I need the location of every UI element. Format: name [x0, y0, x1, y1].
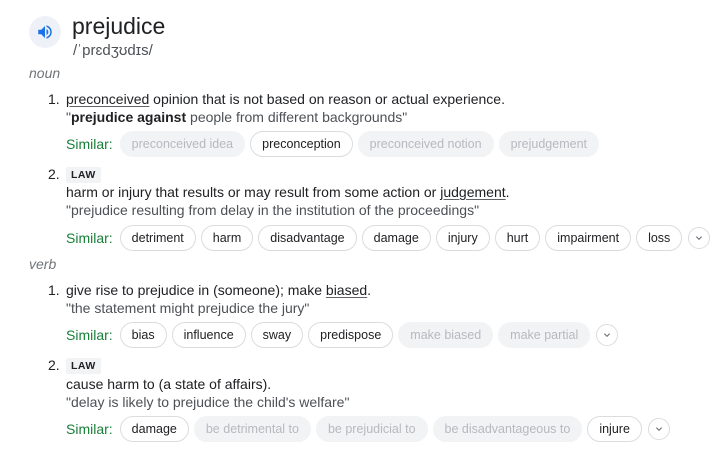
sense-number: 1.	[48, 282, 60, 298]
law-tag: LAW	[66, 358, 101, 374]
synonym-chip: be detrimental to	[193, 416, 311, 442]
similar-label: Similar:	[66, 136, 113, 152]
chevron-down-icon[interactable]	[647, 418, 670, 440]
similar-row: Similar: damage be detrimental to be prejud…	[66, 416, 670, 442]
synonym-chip[interactable]: predispose	[308, 322, 394, 348]
similar-row: Similar: bias influence sway predispose make …	[66, 322, 619, 348]
sense-number: 1.	[48, 91, 60, 107]
definition-link[interactable]: preconceived	[66, 91, 149, 107]
definition: preconceived opinion that is not based o…	[66, 91, 505, 107]
synonym-chip[interactable]: bias	[119, 322, 167, 348]
headword: prejudice	[72, 13, 166, 39]
synonym-chip: be disadvantageous to	[432, 416, 583, 442]
similar-row: Similar: preconceived idea preconception pr…	[66, 131, 600, 157]
example-sentence: "prejudice against people from different…	[66, 109, 408, 125]
synonym-chip: be prejudicial to	[315, 416, 428, 442]
sense-number: 2.	[48, 357, 60, 373]
synonym-chip[interactable]: sway	[250, 322, 304, 348]
synonym-chip[interactable]: influence	[171, 322, 246, 348]
definition: harm or injury that results or may resul…	[66, 184, 510, 200]
synonym-chip: preconceived idea	[119, 131, 246, 157]
synonym-chip: prejudgement	[498, 131, 600, 157]
synonym-chip: make biased	[398, 322, 494, 348]
chevron-down-icon[interactable]	[596, 324, 619, 346]
similar-label: Similar:	[66, 327, 113, 343]
synonym-chip[interactable]: injure	[587, 416, 642, 442]
definition: give rise to prejudice in (someone); mak…	[66, 282, 372, 298]
synonym-chip: preconceived notion	[357, 131, 494, 157]
synonym-chip[interactable]: impairment	[545, 225, 632, 251]
example-sentence: "the statement might prejudice the jury"	[66, 300, 310, 316]
synonym-chip: make partial	[498, 322, 591, 348]
speaker-icon[interactable]	[29, 16, 61, 48]
phonetic-spelling: /ˈprɛdʒʊdɪs/	[73, 42, 153, 59]
definition-link[interactable]: biased	[326, 282, 367, 298]
chevron-down-icon[interactable]	[688, 227, 711, 249]
synonym-chip[interactable]: detriment	[119, 225, 196, 251]
example-sentence: "delay is likely to prejudice the child'…	[66, 394, 350, 410]
similar-row: Similar: detriment harm disadvantage damage i…	[66, 225, 711, 251]
synonym-chip[interactable]: loss	[636, 225, 683, 251]
synonym-chip[interactable]: damage	[361, 225, 431, 251]
definition: cause harm to (a state of affairs).	[66, 376, 272, 392]
pos-noun: noun	[29, 65, 61, 81]
synonym-chip[interactable]: preconception	[250, 131, 353, 157]
synonym-chip[interactable]: harm	[200, 225, 254, 251]
synonym-chip[interactable]: injury	[435, 225, 490, 251]
synonym-chip[interactable]: damage	[119, 416, 189, 442]
definition-link[interactable]: judgement	[440, 184, 505, 200]
example-sentence: "prejudice resulting from delay in the i…	[66, 202, 480, 218]
law-tag: LAW	[66, 167, 101, 183]
pos-verb: verb	[29, 256, 57, 272]
similar-label: Similar:	[66, 230, 113, 246]
speaker-icon-glyph	[38, 25, 52, 39]
synonym-chip[interactable]: hurt	[494, 225, 541, 251]
sense-number: 2.	[48, 166, 60, 182]
synonym-chip[interactable]: disadvantage	[258, 225, 357, 251]
similar-label: Similar:	[66, 421, 113, 437]
